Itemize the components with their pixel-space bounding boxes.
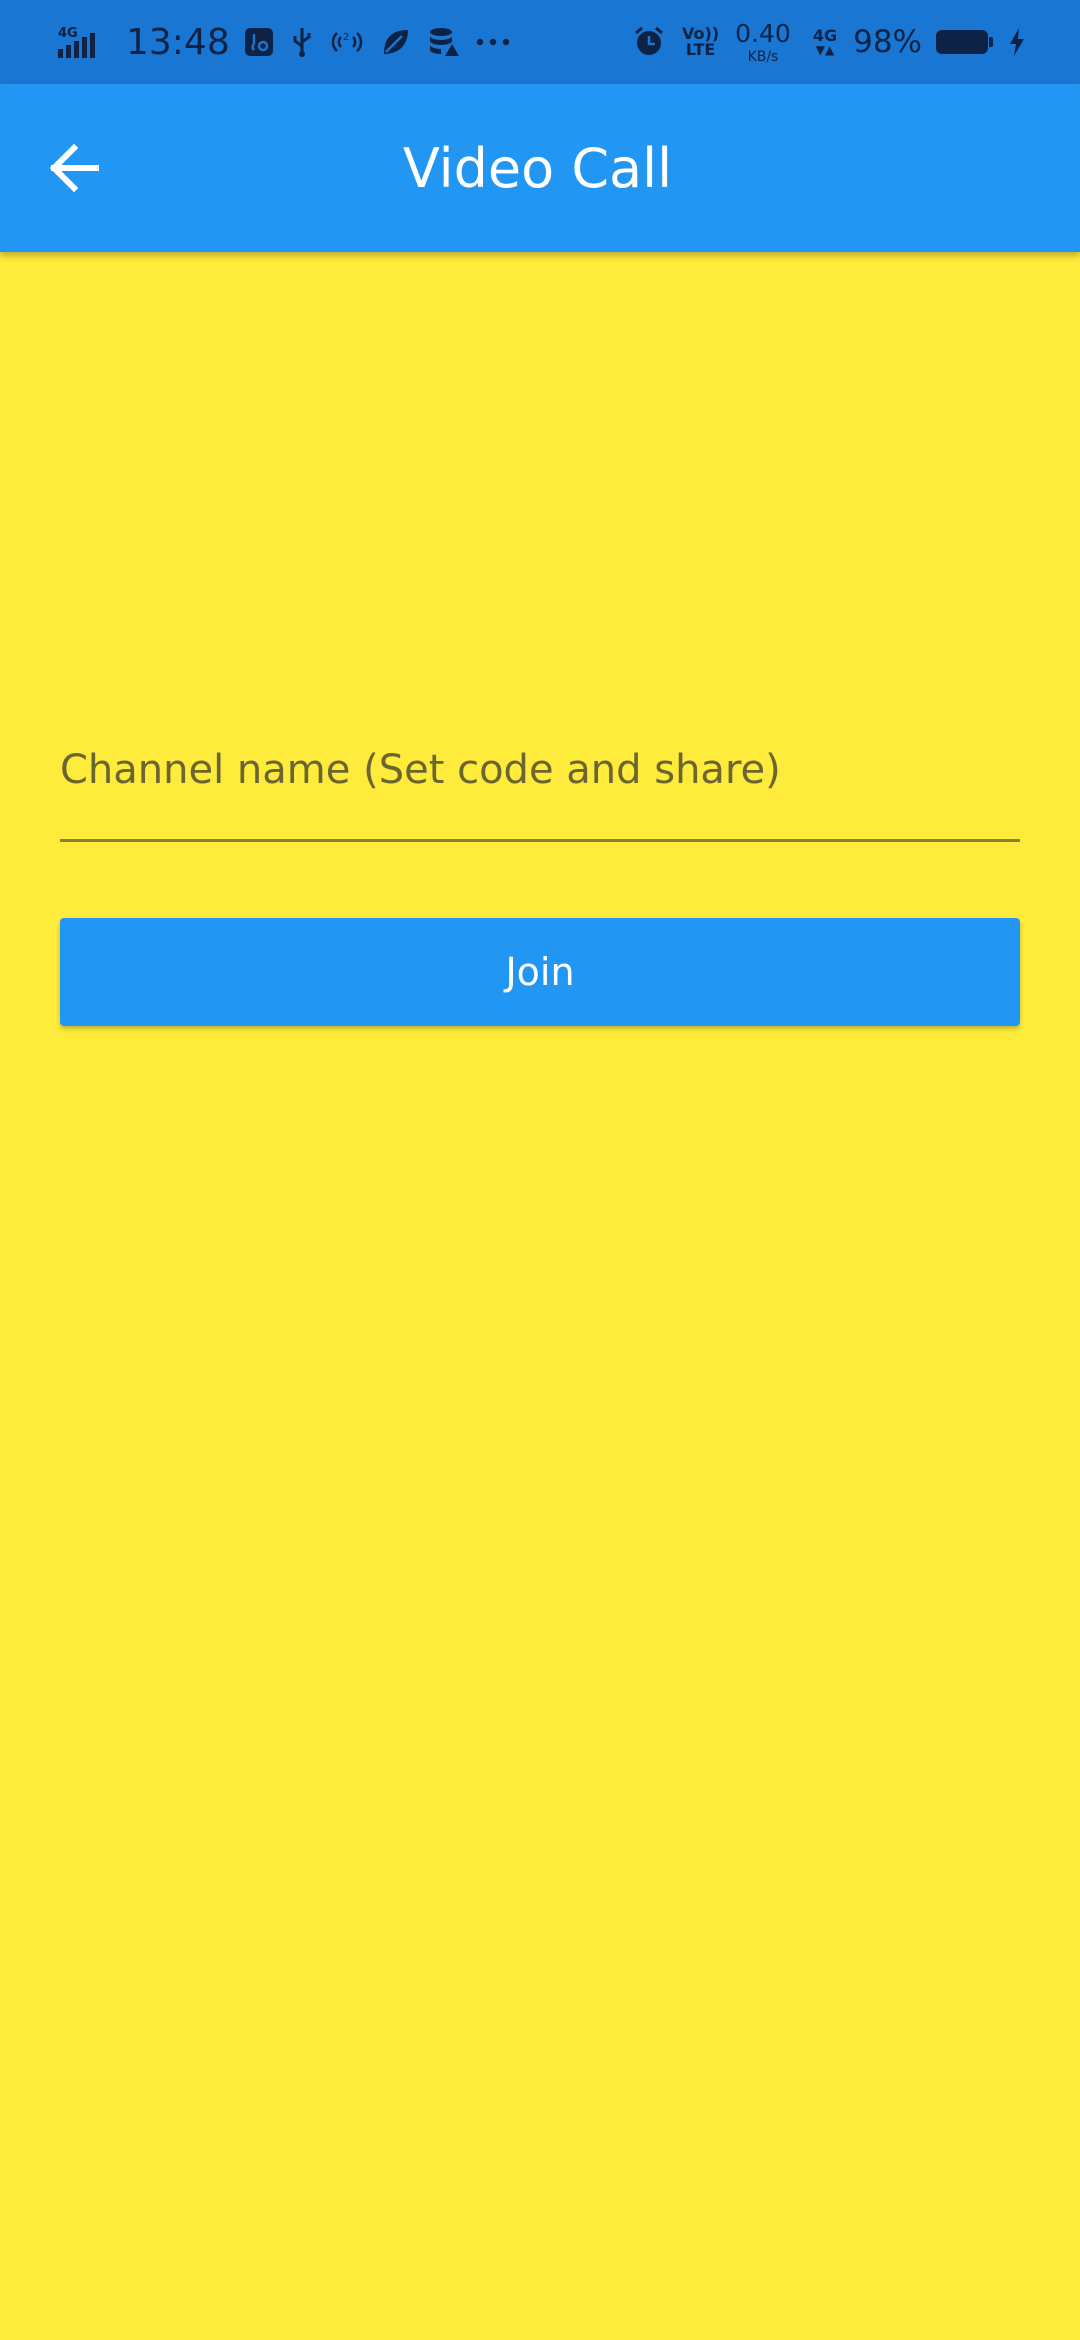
leaf-icon <box>380 26 412 58</box>
more-dots-icon <box>476 37 510 47</box>
svg-text:2: 2 <box>343 32 349 43</box>
network-type-label: 4G <box>812 26 838 45</box>
status-bar: 4G 13:48 2 Vo)) LTE 0.40 KB/s 4G ▼▲ 98% <box>0 0 1080 84</box>
volte-icon: Vo)) LTE <box>682 24 720 59</box>
battery-percent: 98% <box>853 24 922 60</box>
network-speed: 0.40 KB/s <box>735 21 791 64</box>
svg-text:4G: 4G <box>58 26 78 41</box>
page-title: Video Call <box>402 136 673 200</box>
hotspot-icon: 2 <box>330 27 364 57</box>
alarm-icon <box>632 25 666 59</box>
join-button[interactable]: Join <box>60 918 1020 1026</box>
network-speed-value: 0.40 <box>735 18 791 48</box>
status-bar-left: 4G 13:48 2 <box>56 22 526 63</box>
charging-icon <box>1008 27 1026 57</box>
signal-icon: 4G <box>56 25 96 59</box>
usb-icon <box>290 26 314 58</box>
app-bar: Video Call <box>0 84 1080 252</box>
data-saver-icon <box>428 26 460 58</box>
network-speed-unit: KB/s <box>747 48 779 65</box>
channel-name-input[interactable] <box>60 728 1020 839</box>
usb-debug-icon <box>244 27 274 57</box>
network-4g-icon: 4G ▼▲ <box>812 26 838 57</box>
status-time: 13:48 <box>126 21 230 63</box>
battery-icon <box>936 30 993 54</box>
status-bar-right: Vo)) LTE 0.40 KB/s 4G ▼▲ 98% <box>632 21 1026 64</box>
channel-name-field <box>60 728 1020 842</box>
